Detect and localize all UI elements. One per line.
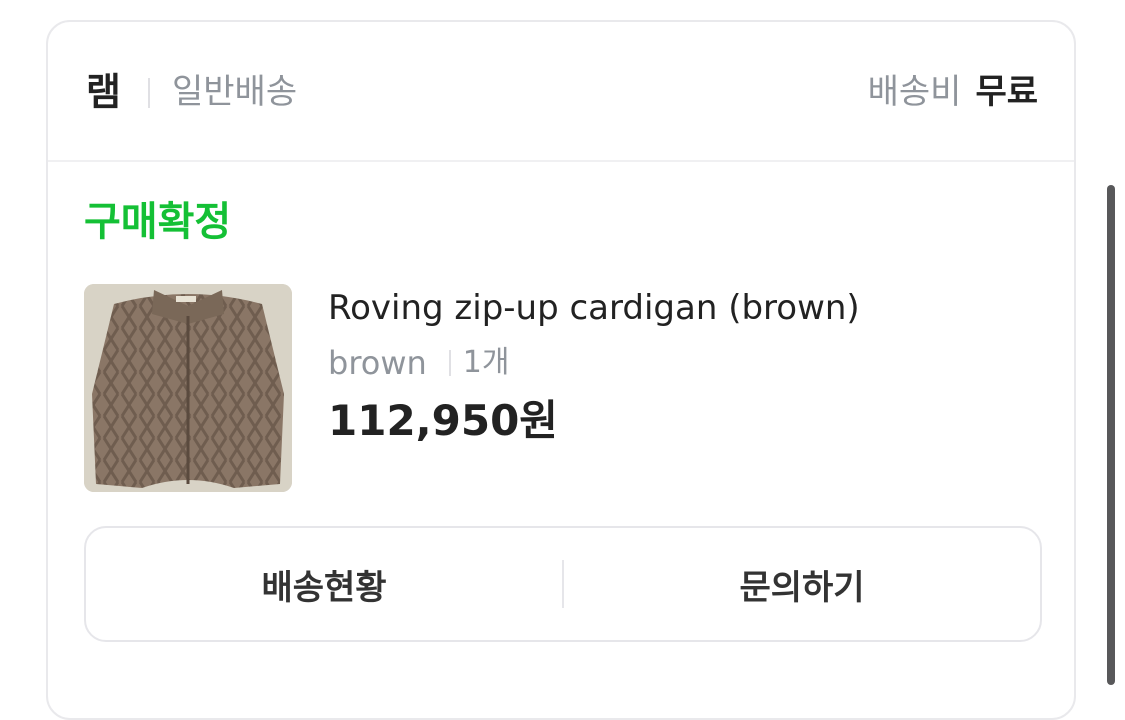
shipping-fee-value: 무료 bbox=[975, 72, 1038, 112]
card-header: 램 일반배송 배송비 무료 bbox=[48, 22, 1074, 162]
product-image[interactable] bbox=[84, 284, 292, 492]
shipping-fee-label: 배송비 bbox=[867, 72, 962, 112]
product-price: 112,950원 bbox=[328, 396, 558, 445]
order-card: 램 일반배송 배송비 무료 구매확정 Roving zip-up cardiga… bbox=[46, 20, 1076, 720]
store-name[interactable]: 램 bbox=[86, 70, 121, 114]
product-option: brown bbox=[328, 344, 427, 382]
delivery-type: 일반배송 bbox=[172, 72, 298, 112]
track-delivery-button[interactable]: 배송현황 bbox=[86, 528, 562, 640]
product-option-row: brown 1개 bbox=[328, 344, 509, 382]
inquiry-button[interactable]: 문의하기 bbox=[564, 528, 1040, 640]
scrollbar[interactable] bbox=[1107, 185, 1115, 685]
product-quantity: 1개 bbox=[462, 345, 510, 380]
action-buttons: 배송현황 문의하기 bbox=[84, 526, 1042, 642]
product-name[interactable]: Roving zip-up cardigan (brown) bbox=[328, 288, 860, 328]
shipping-fee: 배송비 무료 bbox=[868, 72, 1038, 112]
order-status: 구매확정 bbox=[84, 199, 232, 245]
product-image-art bbox=[84, 284, 292, 492]
header-divider bbox=[148, 78, 150, 108]
option-divider bbox=[448, 350, 451, 376]
